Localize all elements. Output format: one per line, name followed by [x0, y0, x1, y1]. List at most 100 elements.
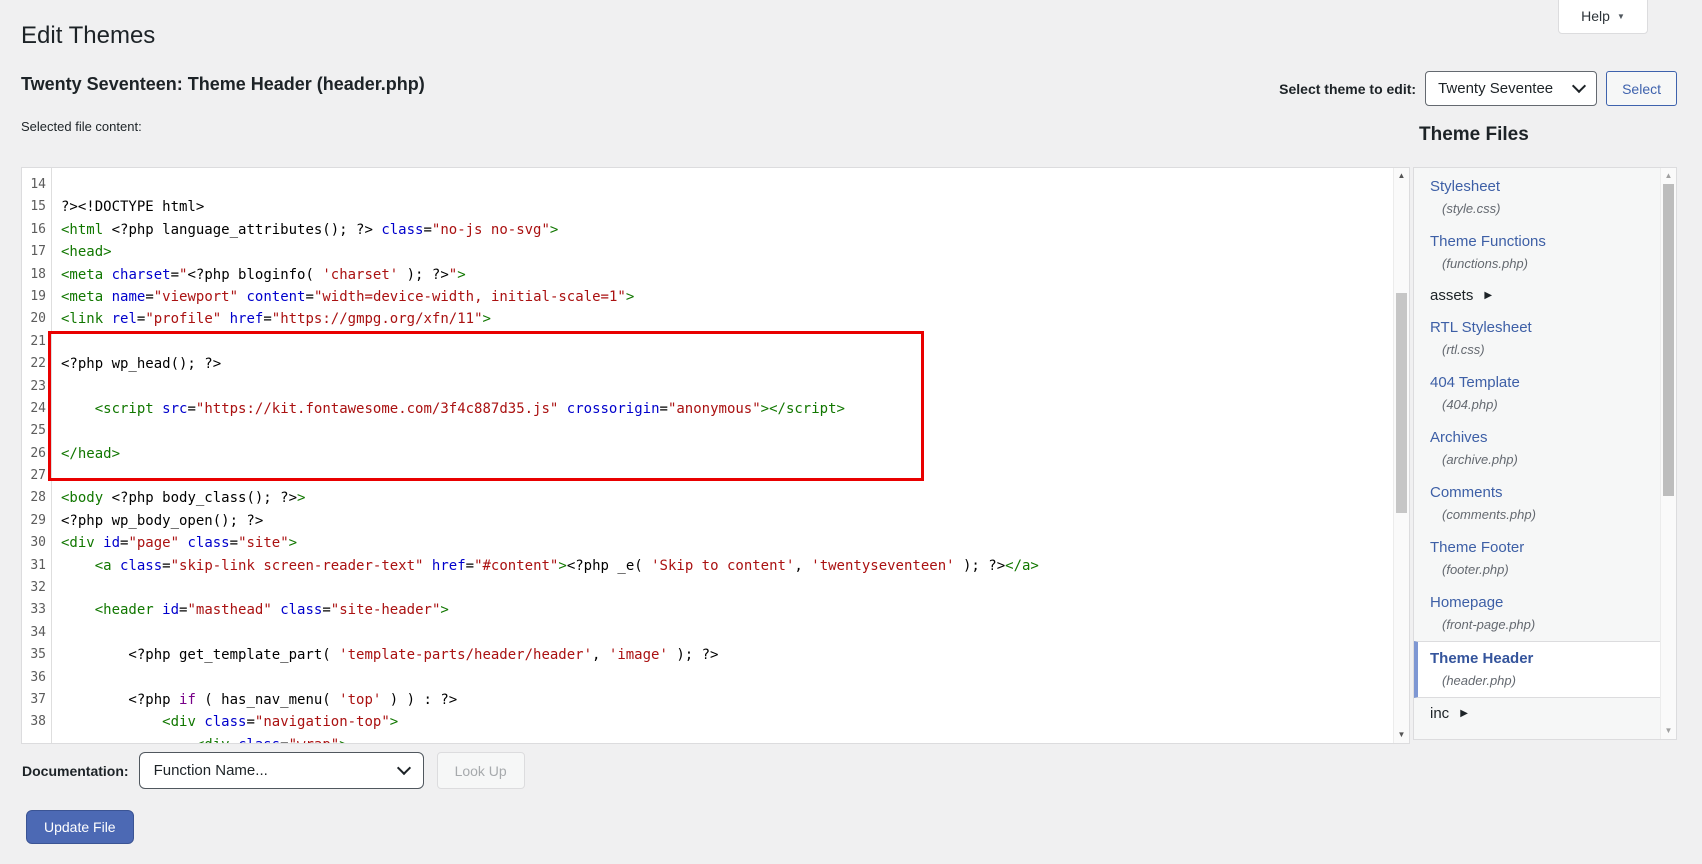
code-line: ?><!DOCTYPE html> [61, 196, 1392, 218]
theme-file-404-template[interactable]: 404 Template (404.php) [1414, 366, 1660, 421]
theme-file-theme-header[interactable]: Theme Header (header.php) [1414, 641, 1660, 698]
line-number: 31 [22, 555, 51, 577]
theme-files-heading: Theme Files [1419, 124, 1529, 146]
theme-file-comments[interactable]: Comments (comments.php) [1414, 476, 1660, 531]
code-line: <meta charset="<?php bloginfo( 'charset'… [61, 264, 1392, 286]
folder-inc[interactable]: inc ▶ [1414, 698, 1660, 729]
folder-assets[interactable]: assets ▶ [1414, 280, 1660, 311]
sidebar-scrollbar[interactable]: ▲ ▼ [1660, 168, 1676, 739]
code-line: <head> [61, 241, 1392, 263]
file-link[interactable]: Theme Header [1430, 650, 1533, 667]
editor-scrollbar[interactable]: ▲ ▼ [1393, 168, 1409, 743]
file-link[interactable]: Stylesheet [1430, 178, 1500, 195]
theme-files-panel: Stylesheet (style.css) Theme Functions (fun… [1413, 167, 1677, 740]
line-number: 27 [22, 465, 51, 487]
select-theme-button[interactable]: Select [1606, 71, 1677, 106]
editor-scrollbar-thumb[interactable] [1396, 293, 1407, 513]
folder-expand-icon: ▶ [1460, 708, 1468, 719]
line-number: 34 [22, 622, 51, 644]
code-line [61, 465, 1392, 487]
select-theme-label: Select theme to edit: [1279, 81, 1416, 97]
line-number: 17 [22, 241, 51, 263]
line-number: 25 [22, 420, 51, 442]
documentation-label: Documentation: [22, 763, 129, 779]
file-name: (404.php) [1430, 397, 1650, 412]
theme-file-theme-functions[interactable]: Theme Functions (functions.php) [1414, 225, 1660, 280]
file-name: (footer.php) [1430, 562, 1650, 577]
file-name: (header.php) [1430, 673, 1650, 688]
file-link[interactable]: Homepage [1430, 594, 1503, 611]
file-link[interactable]: RTL Stylesheet [1430, 319, 1532, 336]
line-number: 33 [22, 599, 51, 621]
code-line [61, 376, 1392, 398]
chevron-down-icon [396, 761, 410, 775]
sidebar-scrollbar-thumb[interactable] [1663, 184, 1674, 496]
theme-file-homepage[interactable]: Homepage (front-page.php) [1414, 586, 1660, 641]
file-link[interactable]: Theme Functions [1430, 233, 1546, 250]
file-name: (style.css) [1430, 201, 1650, 216]
code-line: <?php if ( has_nav_menu( 'top' ) ) : ?> [61, 689, 1392, 711]
theme-files-list: Stylesheet (style.css) Theme Functions (fun… [1414, 168, 1660, 739]
file-name: (functions.php) [1430, 256, 1650, 271]
help-label: Help [1581, 8, 1610, 24]
file-link[interactable]: Comments [1430, 484, 1503, 501]
line-number: 26 [22, 443, 51, 465]
file-link[interactable]: Archives [1430, 429, 1488, 446]
help-button[interactable]: Help ▼ [1558, 0, 1648, 34]
code-lines[interactable]: ?><!DOCTYPE html><html <?php language_at… [53, 168, 1392, 743]
code-line: <div id="page" class="site"> [61, 532, 1392, 554]
folder-label: assets [1430, 287, 1473, 304]
line-number: 22 [22, 353, 51, 375]
theme-select-row: Select theme to edit: Twenty Seventee Se… [1279, 71, 1677, 106]
line-number: 20 [22, 308, 51, 330]
folder-label: inc [1430, 705, 1449, 722]
line-number [22, 734, 51, 743]
theme-file-rtl-stylesheet[interactable]: RTL Stylesheet (rtl.css) [1414, 311, 1660, 366]
line-number: 14 [22, 174, 51, 196]
code-line [61, 331, 1392, 353]
code-line: <script src="https://kit.fontawesome.com… [61, 398, 1392, 420]
file-link[interactable]: 404 Template [1430, 374, 1520, 391]
folder-expand-icon: ▶ [1484, 290, 1492, 301]
file-name: (comments.php) [1430, 507, 1650, 522]
line-number: 24 [22, 398, 51, 420]
gutter: 1415161718192021222324252627282930313233… [22, 168, 52, 743]
line-number: 38 [22, 711, 51, 733]
line-number: 15 [22, 196, 51, 218]
code-line [61, 622, 1392, 644]
look-up-button: Look Up [437, 752, 525, 789]
code-line: <body <?php body_class(); ?>> [61, 487, 1392, 509]
code-line: <a class="skip-link screen-reader-text" … [61, 555, 1392, 577]
theme-file-theme-footer[interactable]: Theme Footer (footer.php) [1414, 531, 1660, 586]
file-name: (archive.php) [1430, 452, 1650, 467]
line-number: 36 [22, 667, 51, 689]
code-line [61, 667, 1392, 689]
scroll-up-icon[interactable]: ▲ [1661, 170, 1676, 182]
edit-themes-page: Help ▼ Edit Themes Twenty Seventeen: The… [0, 0, 1702, 864]
file-link[interactable]: Theme Footer [1430, 539, 1524, 556]
line-number: 32 [22, 577, 51, 599]
line-number: 37 [22, 689, 51, 711]
code-line [61, 420, 1392, 442]
function-name-value: Function Name... [154, 762, 268, 779]
theme-select-dropdown[interactable]: Twenty Seventee [1425, 71, 1597, 106]
chevron-down-icon [1572, 79, 1586, 93]
file-name: (rtl.css) [1430, 342, 1650, 357]
scroll-down-icon[interactable]: ▼ [1394, 729, 1409, 741]
code-editor[interactable]: 1415161718192021222324252627282930313233… [21, 167, 1410, 744]
update-file-button[interactable]: Update File [26, 810, 134, 844]
file-title: Twenty Seventeen: Theme Header (header.p… [21, 74, 425, 95]
file-name: (front-page.php) [1430, 617, 1650, 632]
line-number: 29 [22, 510, 51, 532]
code-line [61, 577, 1392, 599]
theme-file-archives[interactable]: Archives (archive.php) [1414, 421, 1660, 476]
scroll-down-icon[interactable]: ▼ [1661, 725, 1676, 737]
selected-file-content-label: Selected file content: [21, 119, 142, 134]
theme-file-stylesheet[interactable]: Stylesheet (style.css) [1414, 170, 1660, 225]
code-line: <header id="masthead" class="site-header… [61, 599, 1392, 621]
line-number: 30 [22, 532, 51, 554]
code-line: <link rel="profile" href="https://gmpg.o… [61, 308, 1392, 330]
function-name-dropdown[interactable]: Function Name... [139, 752, 424, 789]
scroll-up-icon[interactable]: ▲ [1394, 170, 1409, 182]
code-line: </head> [61, 443, 1392, 465]
